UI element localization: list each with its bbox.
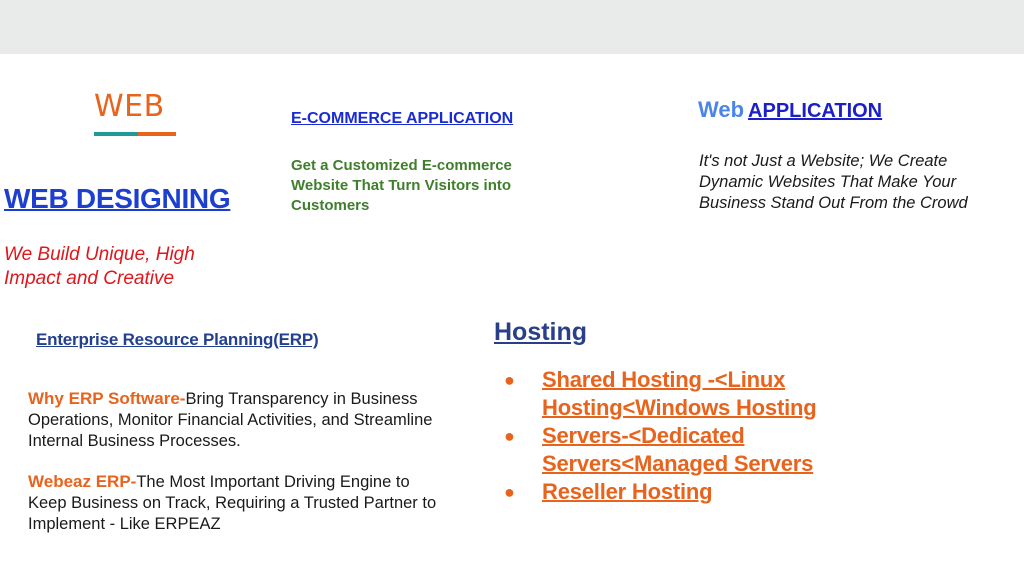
- erp-link[interactable]: Enterprise Resource Planning(ERP): [36, 330, 319, 350]
- hosting-item-reseller-link[interactable]: Reseller Hosting: [542, 479, 713, 504]
- ecommerce-description: Get a Customized E-commerce Website That…: [291, 157, 512, 214]
- hosting-item-reseller: ● Reseller Hosting: [504, 478, 904, 506]
- web-logo-text: WEB: [94, 89, 165, 124]
- hosting-list: ● Shared Hosting -<Linux Hosting<Windows…: [504, 366, 904, 506]
- hosting-item-shared-link[interactable]: Shared Hosting -<Linux Hosting<Windows H…: [542, 367, 817, 420]
- web-logo: WEB: [94, 90, 178, 136]
- hosting-item-servers-link[interactable]: Servers-<Dedicated Servers<Managed Serve…: [542, 423, 813, 476]
- web-application-link[interactable]: APPLICATION: [748, 100, 882, 122]
- erp-paragraph-webeaz: Webeaz ERP-The Most Important Driving En…: [28, 471, 448, 535]
- web-application-heading: Web APPLICATION: [698, 97, 882, 123]
- erp-why-lead: Why ERP Software-: [28, 389, 186, 408]
- web-logo-underline: [94, 132, 178, 136]
- erp-paragraph-why: Why ERP Software-Bring Transparency in B…: [28, 388, 448, 452]
- ecommerce-application-link[interactable]: E-COMMERCE APPLICATION: [291, 110, 513, 128]
- logo-bar-orange: [138, 132, 176, 136]
- web-designing-link[interactable]: WEB DESIGNING: [4, 183, 231, 215]
- web-application-heading-web: Web: [698, 97, 745, 122]
- logo-bar-teal: [94, 132, 138, 136]
- web-application-description: It's not Just a Website; We Create Dynam…: [699, 152, 968, 212]
- erp-webeaz-lead: Webeaz ERP-: [28, 472, 137, 491]
- bullet-icon: ●: [504, 370, 515, 390]
- bullet-icon: ●: [504, 482, 515, 502]
- bullet-icon: ●: [504, 426, 515, 446]
- top-banner-bar: [0, 0, 1024, 54]
- hosting-item-servers: ● Servers-<Dedicated Servers<Managed Ser…: [504, 422, 904, 478]
- hosting-item-shared: ● Shared Hosting -<Linux Hosting<Windows…: [504, 366, 904, 422]
- hosting-link[interactable]: Hosting: [494, 318, 587, 347]
- web-designing-tagline: We Build Unique, High Impact and Creativ…: [4, 244, 195, 289]
